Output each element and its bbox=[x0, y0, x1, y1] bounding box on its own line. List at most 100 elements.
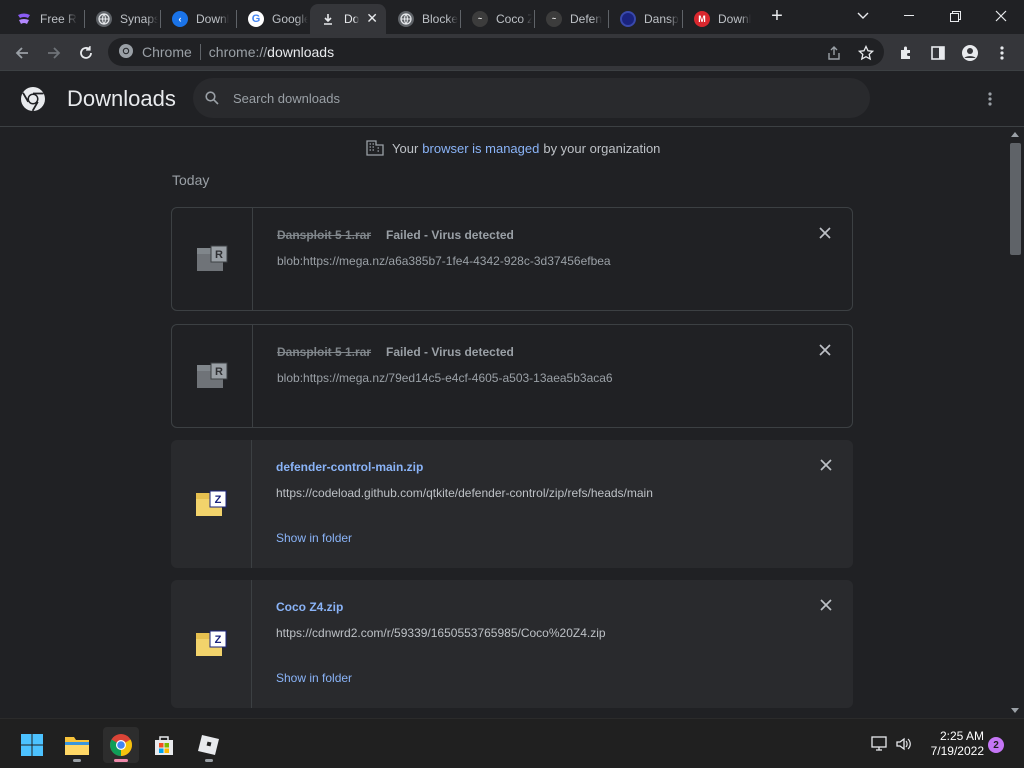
side-panel-icon[interactable] bbox=[925, 40, 951, 66]
date-section-label: Today bbox=[172, 172, 210, 188]
source-url: blob:https://mega.nz/a6a385b7-1fe4-4342-… bbox=[277, 254, 611, 268]
tab-strip: Free R Synapse ‹ Downl G Google Do ✕ Blo… bbox=[0, 0, 1024, 34]
file-explorer-icon bbox=[65, 737, 89, 755]
chrome-logo-icon bbox=[118, 43, 134, 62]
windows-start-button[interactable] bbox=[14, 727, 50, 763]
remove-download-icon[interactable] bbox=[819, 458, 833, 472]
close-window-button[interactable] bbox=[978, 0, 1024, 32]
new-tab-button[interactable]: + bbox=[766, 5, 788, 27]
download-item: R Dansploit 5 1.rar Failed - Virus detec… bbox=[171, 324, 853, 428]
building-icon bbox=[366, 140, 384, 156]
google-icon: G bbox=[248, 11, 264, 27]
downloads-menu-icon[interactable] bbox=[980, 87, 1000, 111]
tab-search-button[interactable] bbox=[840, 0, 886, 32]
download-status: Failed - Virus detected bbox=[386, 228, 514, 242]
tab-downl-1[interactable]: ‹ Downl bbox=[162, 4, 234, 34]
file-name: Dansploit 5 1.rar bbox=[277, 228, 372, 242]
extensions-puzzle-icon[interactable] bbox=[893, 40, 919, 66]
tab-mega[interactable]: M Downl bbox=[684, 4, 754, 34]
tab-coco[interactable]: ~ Coco Z bbox=[462, 4, 532, 34]
search-input[interactable] bbox=[233, 90, 833, 106]
file-name-link[interactable]: Coco Z4.zip bbox=[276, 600, 343, 614]
download-item: Z defender-control-main.zip https://code… bbox=[171, 440, 853, 568]
share-icon[interactable] bbox=[821, 40, 847, 66]
back-button[interactable] bbox=[9, 40, 35, 66]
tab-free-r[interactable]: Free R bbox=[6, 4, 82, 34]
remove-download-icon[interactable] bbox=[818, 343, 832, 357]
tab-blocked[interactable]: Blocke bbox=[388, 4, 458, 34]
taskbar-file-explorer[interactable] bbox=[59, 727, 95, 763]
svg-text:Z: Z bbox=[215, 494, 222, 506]
site-label: Chrome bbox=[142, 44, 192, 60]
zip-file-icon: Z bbox=[196, 630, 227, 656]
profile-avatar-icon[interactable] bbox=[957, 40, 983, 66]
reload-button[interactable] bbox=[73, 40, 99, 66]
source-url[interactable]: https://codeload.github.com/qtkite/defen… bbox=[276, 486, 653, 500]
scroll-up-arrow-icon[interactable] bbox=[1011, 132, 1019, 137]
source-url[interactable]: https://cdnwrd2.com/r/59339/165055376598… bbox=[276, 626, 606, 640]
microsoft-store-icon bbox=[155, 736, 173, 755]
coco-icon: ~ bbox=[472, 11, 488, 27]
managed-link[interactable]: browser is managed bbox=[422, 141, 539, 156]
roblox-icon bbox=[198, 735, 219, 755]
tab-separator bbox=[460, 10, 461, 28]
dansploit-icon bbox=[620, 11, 636, 27]
taskbar-roblox[interactable] bbox=[191, 727, 227, 763]
tab-separator bbox=[534, 10, 535, 28]
tab-separator bbox=[84, 10, 85, 28]
address-bar[interactable]: Chrome chrome://downloads bbox=[108, 38, 884, 66]
close-tab-icon[interactable]: ✕ bbox=[366, 10, 378, 27]
coco-icon: ~ bbox=[546, 11, 562, 27]
tab-google[interactable]: G Google bbox=[238, 4, 308, 34]
taskbar-chrome[interactable] bbox=[103, 727, 139, 763]
file-name-link[interactable]: defender-control-main.zip bbox=[276, 460, 423, 474]
rar-file-icon: R bbox=[197, 362, 228, 388]
downloads-content: Your browser is managed by your organiza… bbox=[0, 127, 1007, 718]
source-url: blob:https://mega.nz/79ed14c5-e4cf-4605-… bbox=[277, 371, 613, 385]
remove-download-icon[interactable] bbox=[818, 226, 832, 240]
tab-separator bbox=[236, 10, 237, 28]
synapse-icon bbox=[16, 11, 32, 27]
download-status: Failed - Virus detected bbox=[386, 345, 514, 359]
scroll-down-arrow-icon[interactable] bbox=[1011, 708, 1019, 713]
minimize-button[interactable] bbox=[886, 0, 932, 32]
file-name: Dansploit 5 1.rar bbox=[277, 345, 372, 359]
restore-button[interactable] bbox=[932, 0, 978, 32]
tab-downloads-active[interactable]: Do ✕ bbox=[310, 4, 386, 34]
tab-synapse[interactable]: Synapse bbox=[86, 4, 158, 34]
omnibox-divider bbox=[199, 44, 201, 60]
network-icon[interactable] bbox=[870, 735, 888, 753]
volume-icon[interactable] bbox=[895, 735, 913, 753]
forward-button[interactable] bbox=[41, 40, 67, 66]
rar-file-icon: R bbox=[197, 245, 228, 271]
system-clock[interactable]: 2:25 AM 7/19/2022 bbox=[924, 729, 984, 759]
download-item: Z Coco Z4.zip https://cdnwrd2.com/r/5933… bbox=[171, 580, 853, 708]
svg-text:R: R bbox=[215, 249, 223, 261]
tab-separator bbox=[682, 10, 683, 28]
url-host: downloads bbox=[267, 44, 335, 60]
download-item: R Dansploit 5 1.rar Failed - Virus detec… bbox=[171, 207, 853, 311]
browser-menu-icon[interactable] bbox=[989, 40, 1015, 66]
chrome-logo-icon bbox=[21, 87, 45, 112]
page-scrollbar[interactable] bbox=[1007, 127, 1024, 718]
tab-separator bbox=[608, 10, 609, 28]
tab-defender[interactable]: ~ Defen bbox=[536, 4, 606, 34]
bookmark-star-icon[interactable] bbox=[853, 40, 879, 66]
remove-download-icon[interactable] bbox=[819, 598, 833, 612]
notification-badge[interactable]: 2 bbox=[988, 737, 1004, 753]
tab-dansploit[interactable]: Dansp bbox=[610, 4, 680, 34]
show-in-folder-link[interactable]: Show in folder bbox=[276, 531, 352, 545]
download-icon bbox=[320, 11, 336, 27]
taskbar-microsoft-store[interactable] bbox=[146, 727, 182, 763]
windows-start-icon bbox=[21, 734, 43, 756]
managed-notice: Your browser is managed by your organiza… bbox=[366, 140, 660, 156]
svg-text:R: R bbox=[215, 366, 223, 378]
show-in-folder-link[interactable]: Show in folder bbox=[276, 671, 352, 685]
scroll-thumb[interactable] bbox=[1010, 143, 1021, 255]
tab-separator bbox=[160, 10, 161, 28]
chrome-icon bbox=[110, 734, 132, 756]
url-scheme: chrome:// bbox=[208, 44, 268, 60]
search-downloads-box[interactable] bbox=[193, 78, 870, 118]
zip-file-icon: Z bbox=[196, 490, 227, 516]
globe-icon bbox=[96, 11, 112, 27]
